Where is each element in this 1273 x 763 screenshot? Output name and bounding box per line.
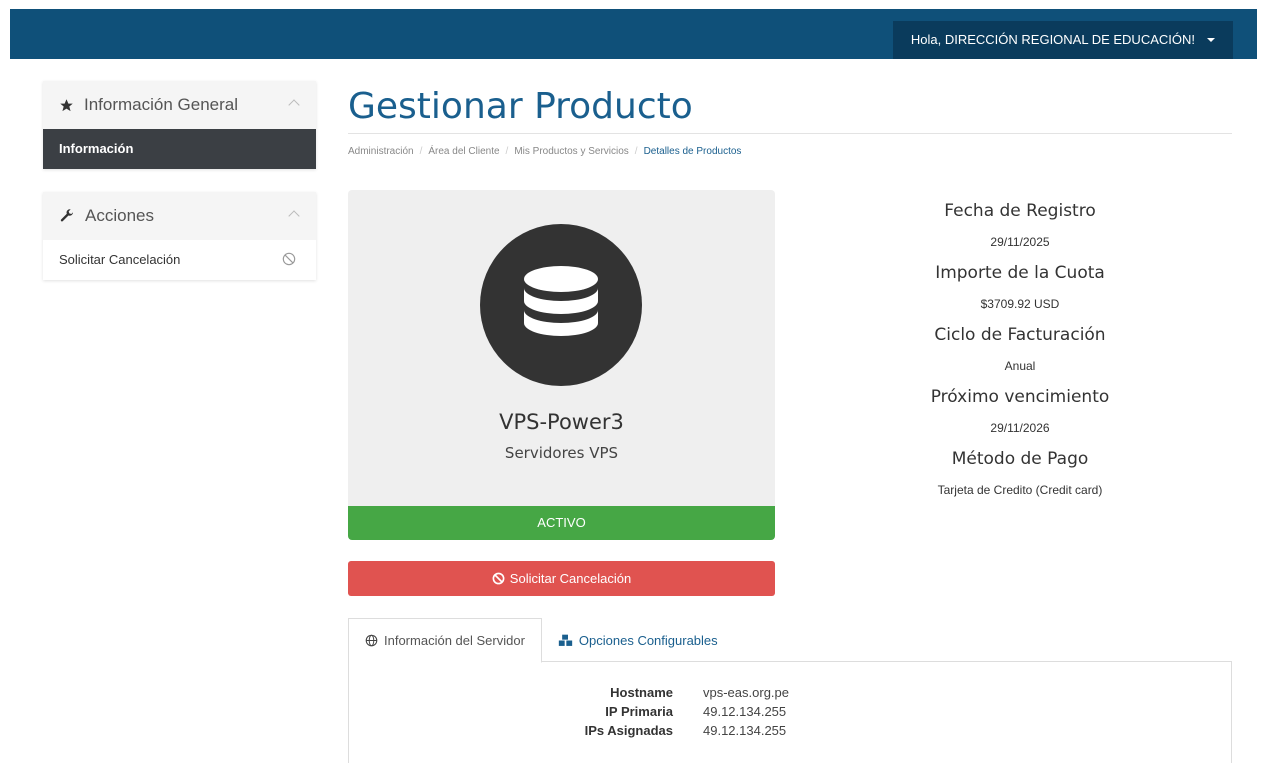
title-divider: [348, 133, 1232, 134]
registration-date-value: 29/11/2025: [990, 235, 1050, 249]
cubes-icon: [558, 634, 573, 646]
chevron-up-icon[interactable]: [288, 99, 300, 111]
payment-method-value: Tarjeta de Credito (Credit card): [937, 483, 1103, 497]
sidebar-panel-general: Información General Información: [43, 81, 316, 169]
breadcrumb-separator: /: [634, 146, 638, 157]
registration-date-label: Fecha de Registro: [944, 201, 1096, 221]
sidebar-panel-actions: Acciones Solicitar Cancelación: [43, 192, 316, 280]
server-info-row: IPs Asignadas 49.12.134.255: [579, 721, 789, 740]
request-cancellation-button[interactable]: Solicitar Cancelación: [348, 561, 775, 596]
breadcrumb-item[interactable]: Área del Cliente: [428, 146, 499, 157]
top-navbar: Hola, DIRECCIÓN REGIONAL DE EDUCACIÓN!: [10, 9, 1257, 59]
sidebar-item-informacion[interactable]: Información: [43, 129, 316, 169]
billing-cycle-label: Ciclo de Facturación: [934, 325, 1106, 345]
breadcrumb-separator: /: [419, 146, 423, 157]
star-icon: [60, 98, 73, 111]
sidebar-panel-general-header[interactable]: Información General: [43, 81, 316, 129]
chevron-up-icon[interactable]: [288, 210, 300, 222]
tab-server-info[interactable]: Información del Servidor: [348, 618, 542, 663]
breadcrumb-separator: /: [505, 146, 509, 157]
breadcrumb: Administración / Área del Cliente / Mis …: [348, 146, 741, 157]
primary-ip-value: 49.12.134.255: [703, 704, 787, 719]
assigned-ips-label: IPs Asignadas: [584, 723, 673, 738]
request-cancellation-label: Solicitar Cancelación: [509, 571, 632, 586]
payment-method-label: Método de Pago: [951, 449, 1089, 469]
fee-amount-value: $3709.92 USD: [980, 297, 1060, 311]
database-icon: [480, 224, 642, 386]
user-menu-dropdown[interactable]: Hola, DIRECCIÓN REGIONAL DE EDUCACIÓN!: [892, 21, 1233, 59]
tab-label: Opciones Configurables: [578, 632, 718, 648]
product-name: VPS-Power3: [499, 410, 624, 434]
sidebar-panel-actions-header[interactable]: Acciones: [43, 192, 316, 240]
server-info-panel: Hostname vps-eas.org.pe IP Primaria 49.1…: [348, 661, 1232, 763]
sidebar-panel-general-title: Información General: [84, 95, 239, 114]
hostname-value: vps-eas.org.pe: [703, 685, 789, 700]
breadcrumb-item[interactable]: Administración: [348, 146, 414, 157]
sidebar-panel-actions-title: Acciones: [85, 206, 154, 225]
user-greeting: Hola, DIRECCIÓN REGIONAL DE EDUCACIÓN!: [910, 32, 1195, 47]
sidebar-item-solicitar-cancelacion[interactable]: Solicitar Cancelación: [43, 240, 316, 280]
tab-configurable-options[interactable]: Opciones Configurables: [542, 618, 734, 662]
globe-icon: [365, 634, 378, 647]
ban-icon: [282, 252, 296, 266]
tab-label: Información del Servidor: [384, 633, 525, 648]
hostname-label: Hostname: [610, 685, 673, 700]
tab-bar: Información del Servidor Opciones Config…: [348, 618, 1232, 663]
server-info-row: IP Primaria 49.12.134.255: [579, 702, 789, 721]
server-info-list: Hostname vps-eas.org.pe IP Primaria 49.1…: [579, 683, 789, 740]
next-due-value: 29/11/2026: [990, 421, 1050, 435]
ban-icon: [492, 572, 505, 585]
page-title: Gestionar Producto: [348, 86, 693, 127]
product-details: Fecha de Registro 29/11/2025 Importe de …: [800, 198, 1240, 508]
primary-ip-label: IP Primaria: [605, 704, 673, 719]
breadcrumb-current: Detalles de Productos: [643, 146, 742, 157]
next-due-label: Próximo vencimiento: [930, 387, 1110, 407]
server-info-row: Hostname vps-eas.org.pe: [579, 683, 789, 702]
product-group: Servidores VPS: [504, 444, 619, 462]
status-badge: ACTIVO: [348, 506, 775, 540]
sidebar-item-label: Solicitar Cancelación: [59, 252, 181, 267]
fee-amount-label: Importe de la Cuota: [935, 263, 1105, 283]
breadcrumb-item[interactable]: Mis Productos y Servicios: [514, 146, 628, 157]
billing-cycle-value: Anual: [1004, 359, 1036, 373]
caret-down-icon: [1207, 38, 1215, 42]
wrench-icon: [60, 209, 74, 222]
product-card: VPS-Power3 Servidores VPS: [348, 190, 775, 510]
assigned-ips-value: 49.12.134.255: [703, 723, 787, 738]
